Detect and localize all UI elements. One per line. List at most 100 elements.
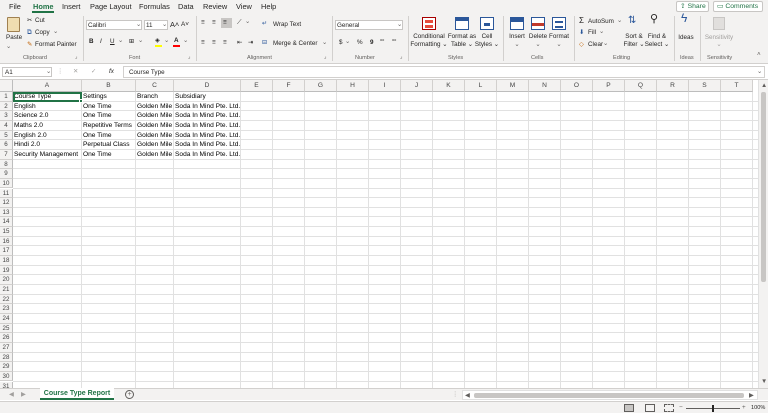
sheet-tab-course-type-report[interactable]: Course Type Report bbox=[40, 388, 114, 400]
fill-icon[interactable]: ⬇ bbox=[579, 29, 584, 36]
autosum-dropdown-icon[interactable]: ⌄ bbox=[617, 17, 622, 24]
menu-review[interactable]: Review bbox=[203, 2, 227, 11]
row-header-3[interactable]: 3 bbox=[0, 111, 13, 121]
table-cell[interactable]: Golden Mile bbox=[136, 150, 174, 159]
column-header-q[interactable]: Q bbox=[625, 80, 657, 92]
row-header-4[interactable]: 4 bbox=[0, 120, 13, 131]
autosum-button[interactable]: AutoSum bbox=[588, 18, 614, 25]
fill-handle[interactable] bbox=[79, 99, 83, 103]
table-cell[interactable]: Golden Mile bbox=[136, 140, 174, 149]
table-cell[interactable]: One Time bbox=[82, 111, 136, 120]
column-header-g[interactable]: G bbox=[305, 80, 337, 92]
table-cell[interactable]: Golden Mile bbox=[136, 131, 174, 140]
percent-button[interactable]: % bbox=[357, 39, 363, 46]
column-header-p[interactable]: P bbox=[593, 80, 625, 92]
bold-button[interactable]: B bbox=[89, 38, 94, 45]
formula-input[interactable]: Course Type ⌄ bbox=[123, 66, 765, 78]
row-header-29[interactable]: 29 bbox=[0, 362, 13, 372]
align-left-icon[interactable]: ≡ bbox=[201, 39, 205, 46]
table-cell[interactable]: One Time bbox=[82, 150, 136, 159]
column-header-s[interactable]: S bbox=[689, 80, 721, 92]
copy-button[interactable]: Copy bbox=[35, 29, 50, 36]
header-cell[interactable]: Branch bbox=[136, 92, 174, 101]
scroll-left-icon[interactable]: ◀ bbox=[465, 392, 470, 399]
format-cells-icon[interactable] bbox=[552, 17, 566, 30]
page-break-view-icon[interactable] bbox=[664, 404, 674, 412]
fill-color-dropdown-icon[interactable]: ⌄ bbox=[164, 37, 169, 44]
normal-view-icon[interactable] bbox=[624, 404, 634, 412]
select-all-corner[interactable] bbox=[0, 80, 13, 92]
cell-styles-line1[interactable]: Cell bbox=[475, 33, 499, 40]
row-header-12[interactable]: 12 bbox=[0, 198, 13, 208]
align-right-icon[interactable]: ≡ bbox=[223, 39, 227, 46]
column-header-n[interactable]: N bbox=[529, 80, 561, 92]
menu-formulas[interactable]: Formulas bbox=[139, 2, 170, 11]
ideas-icon[interactable]: ϟ bbox=[681, 12, 687, 24]
orientation-dropdown-icon[interactable]: ⌄ bbox=[245, 18, 250, 25]
autosum-icon[interactable]: Σ bbox=[579, 17, 584, 25]
cell-styles-line2[interactable]: Styles ⌄ bbox=[473, 41, 501, 48]
table-cell[interactable]: Soda In Mind Pte. Ltd. bbox=[174, 102, 241, 111]
fill-button[interactable]: Fill bbox=[588, 29, 596, 36]
column-header-i[interactable]: I bbox=[369, 80, 401, 92]
prev-sheet-icon[interactable]: ◀ bbox=[9, 391, 14, 398]
row-header-11[interactable]: 11 bbox=[0, 188, 13, 199]
row-header-13[interactable]: 13 bbox=[0, 207, 13, 218]
fill-dropdown-icon[interactable]: ⌄ bbox=[599, 28, 604, 35]
find-select-line1[interactable]: Find & bbox=[644, 33, 670, 40]
row-header-8[interactable]: 8 bbox=[0, 159, 13, 170]
comma-button[interactable]: 9 bbox=[370, 39, 374, 46]
cut-button[interactable]: Cut bbox=[35, 17, 45, 24]
row-header-16[interactable]: 16 bbox=[0, 236, 13, 247]
selected-cell-a1[interactable] bbox=[13, 92, 82, 102]
format-cells-dropdown-icon[interactable]: ⌄ bbox=[547, 41, 571, 48]
paste-dropdown-icon[interactable]: ⌄ bbox=[6, 43, 11, 50]
column-header-c[interactable]: C bbox=[136, 80, 174, 92]
top-align-icon[interactable]: ≡ bbox=[201, 19, 205, 26]
page-layout-view-icon[interactable] bbox=[645, 404, 655, 412]
wrap-text-button[interactable]: Wrap Text bbox=[273, 21, 301, 28]
underline-dropdown-icon[interactable]: ⌄ bbox=[118, 37, 123, 44]
row-header-15[interactable]: 15 bbox=[0, 227, 13, 237]
row-header-18[interactable]: 18 bbox=[0, 256, 13, 266]
table-cell[interactable]: Soda In Mind Pte. Ltd. bbox=[174, 131, 241, 140]
font-size-select[interactable]: 11 ⌄ bbox=[144, 20, 168, 30]
row-header-19[interactable]: 19 bbox=[0, 265, 13, 276]
scroll-down-icon[interactable]: ▼ bbox=[761, 378, 767, 385]
row-header-22[interactable]: 22 bbox=[0, 294, 13, 305]
table-cell[interactable]: Soda In Mind Pte. Ltd. bbox=[174, 121, 241, 130]
column-header-k[interactable]: K bbox=[433, 80, 465, 92]
tab-split-handle[interactable]: ⋮ bbox=[452, 391, 458, 398]
column-header-b[interactable]: B bbox=[82, 80, 136, 92]
find-select-line2[interactable]: Select ⌄ bbox=[643, 41, 671, 48]
table-cell[interactable]: Golden Mile bbox=[136, 102, 174, 111]
merge-center-dropdown-icon[interactable]: ⌄ bbox=[322, 39, 327, 46]
zoom-level[interactable]: 100% bbox=[751, 405, 765, 412]
menu-view[interactable]: View bbox=[236, 2, 252, 11]
table-cell[interactable]: Golden Mile bbox=[136, 111, 174, 120]
zoom-slider-thumb[interactable] bbox=[712, 405, 714, 412]
number-format-select[interactable]: General ⌄ bbox=[335, 20, 403, 30]
column-header-r[interactable]: R bbox=[657, 80, 689, 92]
row-header-30[interactable]: 30 bbox=[0, 371, 13, 382]
row-header-1[interactable]: 1 bbox=[0, 92, 13, 102]
zoom-in-icon[interactable]: + bbox=[742, 404, 746, 411]
menu-file[interactable]: File bbox=[9, 2, 21, 11]
menu-insert[interactable]: Insert bbox=[62, 2, 80, 11]
vertical-scroll-thumb[interactable] bbox=[761, 92, 766, 282]
format-as-table-icon[interactable] bbox=[455, 17, 469, 30]
increase-decimal-icon[interactable]: ⁰⁰ bbox=[380, 39, 384, 46]
row-header-24[interactable]: 24 bbox=[0, 313, 13, 324]
table-cell[interactable]: Hindi 2.0 bbox=[13, 140, 81, 149]
middle-align-icon[interactable]: ≡ bbox=[212, 19, 216, 26]
row-header-26[interactable]: 26 bbox=[0, 333, 13, 343]
scroll-right-icon[interactable]: ▶ bbox=[749, 392, 754, 399]
increase-font-size-icon[interactable]: A˄ bbox=[170, 21, 179, 28]
underline-button[interactable]: U bbox=[110, 38, 115, 45]
confirm-entry-icon[interactable]: ✓ bbox=[91, 68, 96, 75]
column-header-f[interactable]: F bbox=[273, 80, 305, 92]
scroll-up-icon[interactable]: ▲ bbox=[761, 82, 767, 89]
borders-dropdown-icon[interactable]: ⌄ bbox=[138, 37, 143, 44]
font-name-select[interactable]: Calibri ⌄ bbox=[86, 20, 142, 30]
table-cell[interactable]: English bbox=[13, 102, 81, 111]
